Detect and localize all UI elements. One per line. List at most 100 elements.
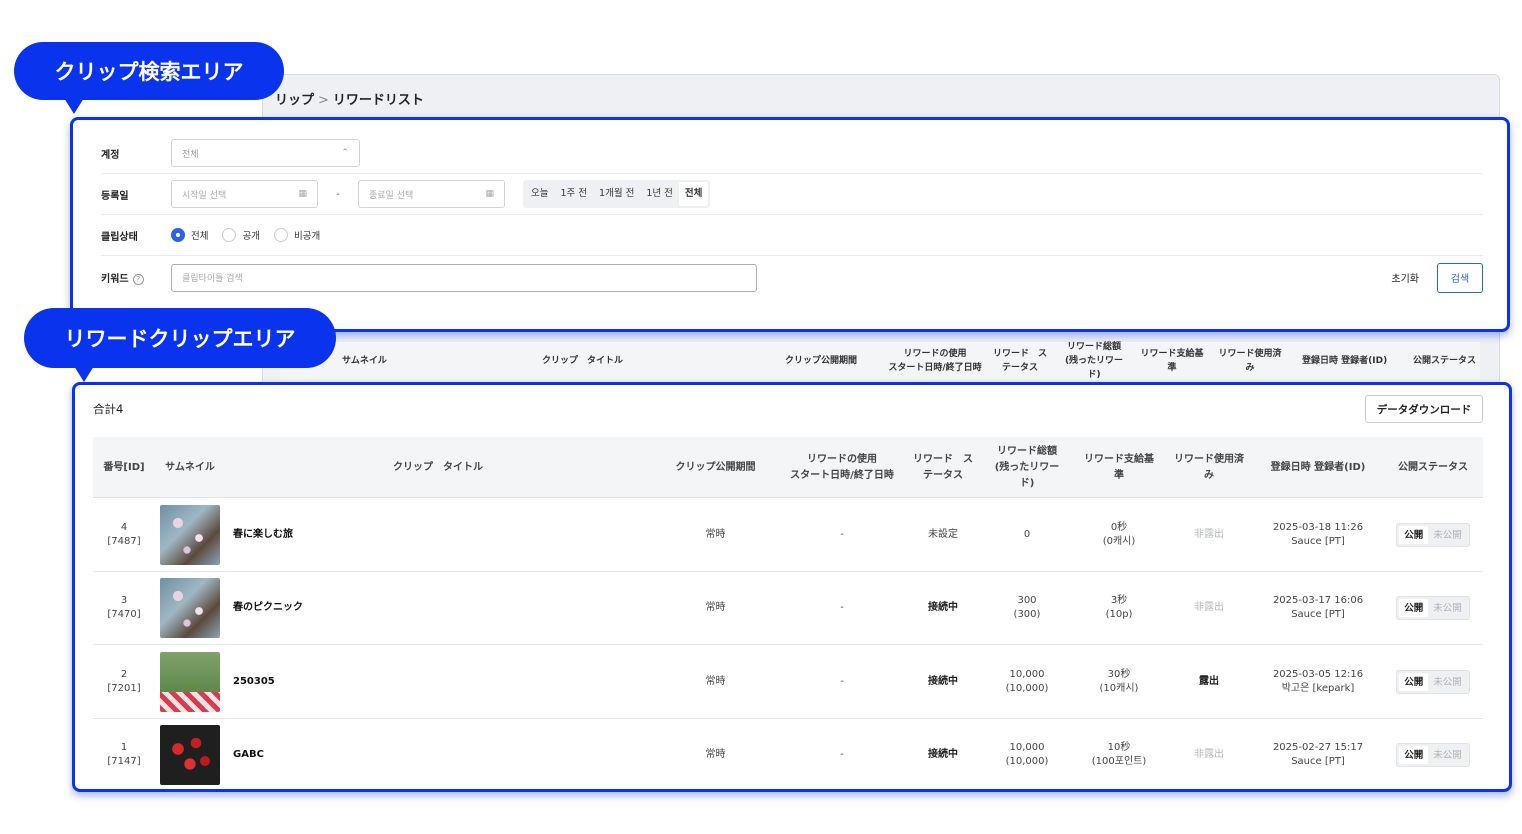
row-id: [7487] (107, 535, 141, 547)
radio-dot (222, 228, 237, 242)
reward-total: 300 (1017, 595, 1037, 606)
radio-dot (273, 228, 288, 242)
reset-button[interactable]: 초기화 (1391, 270, 1419, 285)
publish-on-option[interactable]: 公開 (1399, 525, 1429, 544)
table-row[interactable]: 4 [7487] 春に楽しむ旅 常時 - 未設定 0 0秒 (0캐시) 非露出 … (93, 498, 1483, 572)
col-publish-status: 公開ステータス (1398, 461, 1468, 473)
table-row[interactable]: 1 [7147] GABC 常時 - 接続中 10,000 (10,000) 1… (93, 719, 1483, 791)
publish-off-option[interactable]: 未公開 (1428, 673, 1467, 691)
table-header: 番号[ID] サムネイル クリップ タイトル クリップ公開期間 リワードの使用 … (93, 437, 1483, 498)
ghost-col: サムネイル (342, 356, 387, 366)
status-radio-private[interactable]: 비공개 (273, 228, 321, 242)
range-1year-button[interactable]: 1년 전 (640, 182, 679, 206)
calendar-icon: ▦ (485, 189, 494, 199)
cell-publish-status: 公開 未公開 (1388, 498, 1478, 571)
publish-toggle[interactable]: 公開 未公開 (1396, 669, 1470, 694)
registered-date: 2025-03-18 11:26 (1272, 521, 1364, 533)
clip-status-row: 클립상태 전체 공개 비공개 (101, 215, 1483, 256)
help-icon[interactable]: ? (132, 274, 144, 285)
clip-title[interactable]: 春に楽しむ旅 (233, 528, 293, 542)
table-row[interactable]: 2 [7201] 250305 常時 - 接続中 10,000 (10,000)… (93, 645, 1483, 719)
title-underline (246, 789, 302, 791)
publish-toggle[interactable]: 公開 未公開 (1396, 522, 1470, 547)
cell-number: 3 [7470] (93, 572, 155, 645)
registered-date: 2025-02-27 15:17 (1272, 742, 1364, 753)
cell-title[interactable]: 春に楽しむ旅 (233, 498, 533, 571)
keyword-row: 키워드? 클립타이틀 검색 초기화 검색 (101, 256, 1483, 299)
publish-off-option[interactable]: 未公開 (1428, 526, 1467, 544)
table-row[interactable]: 3 [7470] 春のピクニック 常時 - 接続中 300 (300) 3秒 (… (93, 572, 1483, 645)
callout-reward-area: リワードクリップエリア (24, 308, 336, 382)
reward-total: 10,000 (1009, 742, 1045, 753)
publish-on-option[interactable]: 公開 (1399, 672, 1429, 691)
row-number: 4 (120, 521, 128, 533)
reward-basis-sub: (0캐시) (1102, 535, 1136, 547)
cell-reward-status: 接続中 (928, 749, 958, 760)
ghost-col: リワード ス テータス (992, 349, 1047, 373)
reward-remaining: (10,000) (1005, 756, 1049, 767)
cell-title[interactable]: 春のピクニック (233, 572, 533, 645)
reward-remaining: (300) (1013, 609, 1041, 620)
clip-thumbnail[interactable] (160, 725, 220, 785)
status-radio-public[interactable]: 공개 (222, 228, 260, 242)
cell-number: 2 [7201] (93, 645, 155, 718)
clip-thumbnail[interactable] (160, 578, 220, 638)
publish-off-option[interactable]: 未公開 (1428, 746, 1467, 764)
publish-on-option[interactable]: 公開 (1399, 599, 1429, 617)
cell-thumbnail (159, 572, 221, 645)
cell-thumbnail (159, 719, 221, 790)
start-date-input[interactable]: 시작일 선택 ▦ (171, 180, 318, 208)
account-row: 계정 전체 ⌃ (101, 133, 1483, 174)
reward-basis: 10秒 (1107, 742, 1131, 753)
cell-period: 常時 (705, 749, 726, 760)
account-select-value: 전체 (182, 149, 199, 160)
publish-off-option[interactable]: 未公開 (1428, 599, 1467, 617)
reward-basis-sub: (10캐시) (1099, 682, 1139, 694)
status-radio-private-label: 비공개 (293, 231, 321, 242)
breadcrumb: リップ > リワードリスト (275, 89, 424, 108)
clip-title[interactable]: 250305 (233, 675, 275, 689)
cell-reward-used: 非露出 (1194, 749, 1224, 760)
clip-thumbnail[interactable] (160, 651, 220, 712)
status-radio-public-label: 공개 (242, 231, 260, 242)
reward-basis-sub: (100포인트) (1091, 756, 1147, 767)
ghost-col: リワード総額 (残ったリワー ド) (1064, 342, 1124, 380)
clip-thumbnail[interactable] (160, 504, 220, 565)
cell-title[interactable]: 250305 (233, 645, 533, 718)
cell-period: 常時 (705, 675, 726, 687)
publish-toggle[interactable]: 公開 未公開 (1396, 596, 1470, 620)
cell-reward-basis: 0秒 (0캐시) (1078, 498, 1160, 571)
breadcrumb-parent[interactable]: リップ (275, 93, 314, 108)
keyword-label: 키워드? (101, 270, 171, 285)
cell-reward-period: - (840, 528, 844, 540)
cell-thumbnail (159, 645, 221, 718)
range-today-button[interactable]: 오늘 (525, 182, 554, 206)
data-download-button[interactable]: データダウンロード (1365, 395, 1483, 423)
cell-reward-used: 非露出 (1194, 602, 1224, 613)
end-date-input[interactable]: 종료일 선택 ▦ (358, 180, 505, 208)
range-all-button[interactable]: 전체 (678, 182, 709, 206)
keyword-input[interactable]: 클립타이틀 검색 (171, 263, 757, 292)
clip-title[interactable]: 春のピクニック (233, 601, 303, 615)
chevron-updown-icon: ⌃ (341, 148, 349, 158)
publish-on-option[interactable]: 公開 (1399, 746, 1429, 764)
status-radio-all[interactable]: 전체 (171, 228, 208, 242)
range-1week-button[interactable]: 1주 전 (554, 182, 593, 206)
keyword-placeholder: 클립타이틀 검색 (182, 274, 243, 284)
cell-reward-status: 未設定 (928, 528, 958, 540)
range-1month-button[interactable]: 1개월 전 (593, 182, 640, 206)
registered-user: 박고은 [kepark] (1281, 682, 1355, 694)
cell-reward-period: - (840, 675, 844, 687)
account-select[interactable]: 전체 ⌃ (171, 139, 360, 167)
registered-user: Sauce [PT] (1291, 609, 1345, 620)
clip-title[interactable]: GABC (233, 748, 264, 762)
search-button[interactable]: 검색 (1437, 262, 1483, 293)
cell-reward-period: - (840, 602, 844, 613)
cell-reward-used: 露出 (1199, 675, 1219, 687)
row-number: 2 (120, 668, 128, 680)
reward-table: 番号[ID] サムネイル クリップ タイトル クリップ公開期間 リワードの使用 … (93, 437, 1483, 791)
publish-toggle[interactable]: 公開 未公開 (1396, 743, 1470, 767)
ghost-col: 登録日時 登録者(ID) (1302, 356, 1388, 366)
cell-title[interactable]: GABC (233, 719, 533, 790)
reward-remaining: (10,000) (1005, 682, 1049, 694)
